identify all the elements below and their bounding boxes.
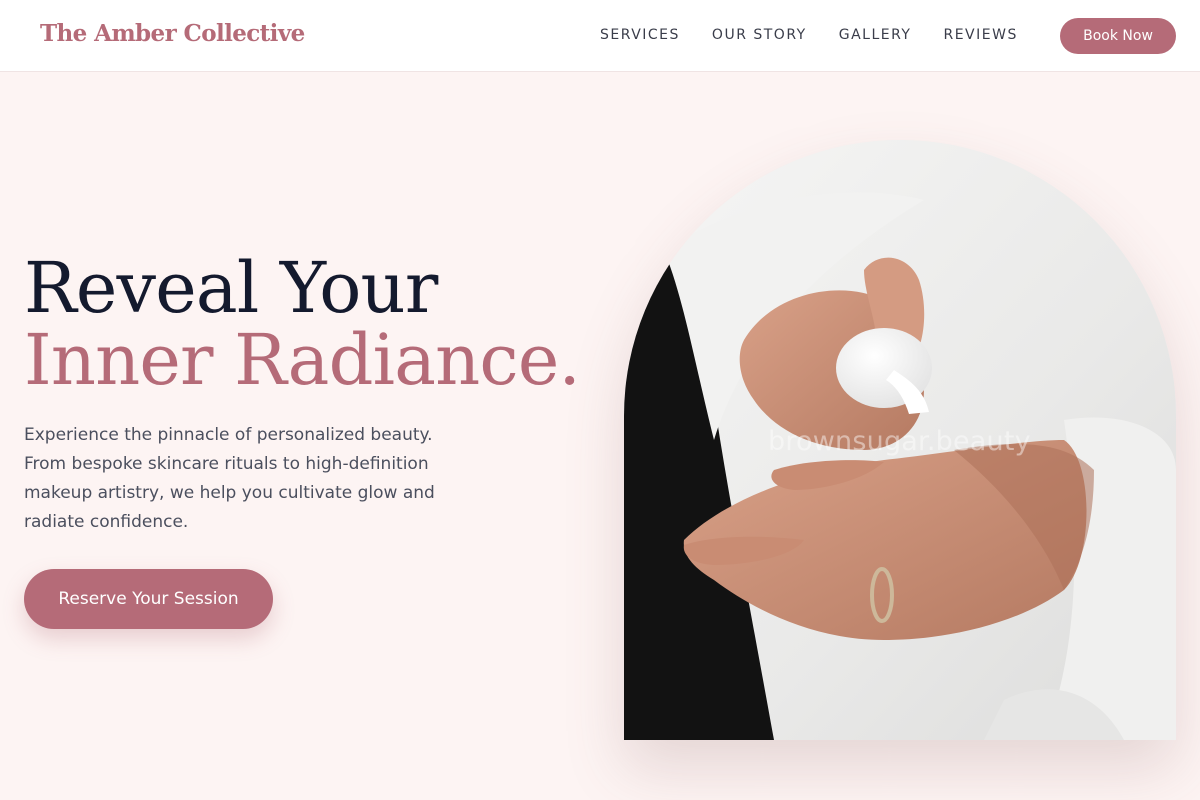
hero-image: brownsugar.beauty bbox=[624, 140, 1176, 740]
nav-link-our-story[interactable]: OUR STORY bbox=[712, 27, 807, 43]
hero-headline-line1: Reveal Your bbox=[24, 247, 438, 329]
nav-link-services[interactable]: SERVICES bbox=[600, 27, 680, 43]
site-header: The Amber Collective SERVICES OUR STORY … bbox=[0, 0, 1200, 72]
nav-link-gallery[interactable]: GALLERY bbox=[839, 27, 912, 43]
brand-logo[interactable]: The Amber Collective bbox=[40, 20, 305, 47]
image-watermark: brownsugar.beauty bbox=[768, 426, 1031, 457]
main-nav: SERVICES OUR STORY GALLERY REVIEWS bbox=[600, 27, 1050, 43]
book-now-button[interactable]: Book Now bbox=[1060, 18, 1176, 54]
hero-headline: Reveal Your Inner Radiance. bbox=[24, 247, 581, 401]
hero-subtitle: Experience the pinnacle of personalized … bbox=[24, 425, 435, 532]
nav-link-reviews[interactable]: REVIEWS bbox=[943, 27, 1017, 43]
reserve-session-button[interactable]: Reserve Your Session bbox=[24, 569, 273, 629]
hero-headline-line2: Inner Radiance. bbox=[24, 319, 581, 401]
